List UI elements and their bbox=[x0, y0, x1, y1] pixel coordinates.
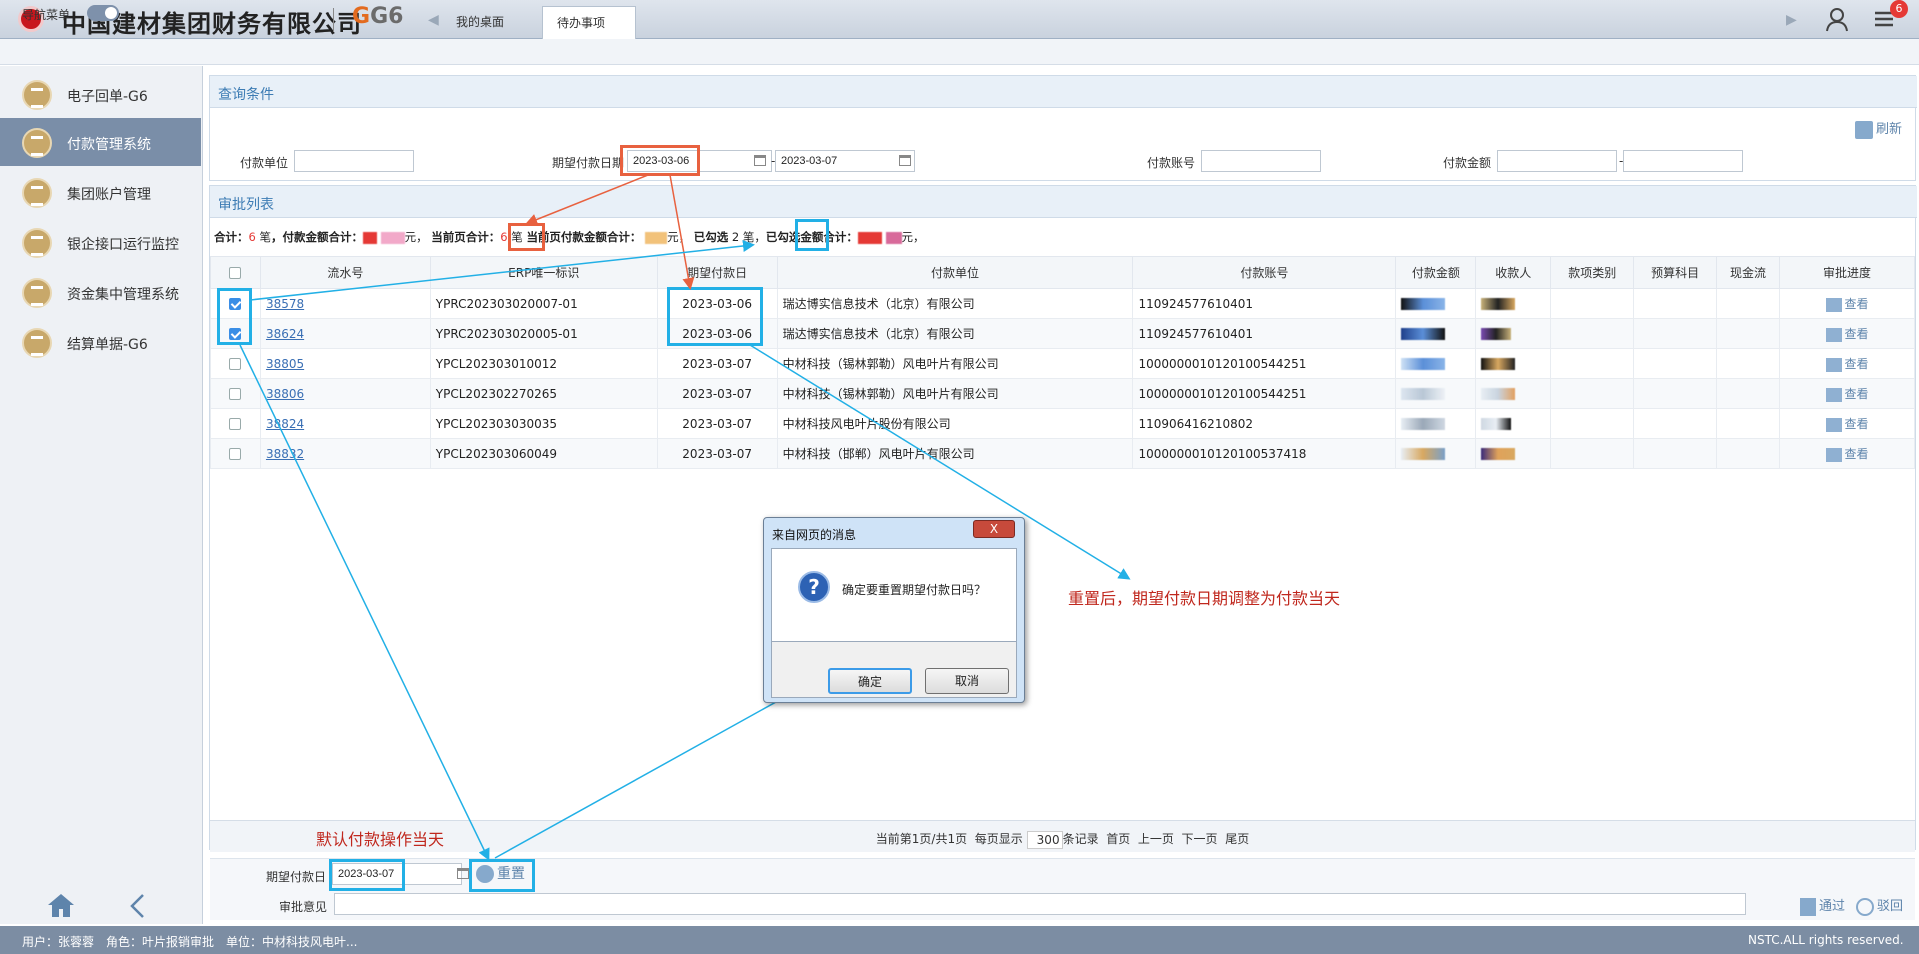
arrow bbox=[239, 344, 490, 861]
arrow bbox=[249, 240, 755, 301]
dialog-close-button[interactable]: X bbox=[973, 520, 1015, 538]
annotation-note-reset: 重置后，期望付款日期调整为付款当天 bbox=[1068, 589, 1341, 608]
arrow bbox=[525, 174, 649, 226]
annotation-arrows bbox=[239, 174, 1131, 861]
annotation-note-default: 默认付款操作当天 bbox=[316, 830, 445, 849]
confirm-dialog: 来自网页的消息 X ? 确定要重置期望付款日吗？ 确定 取消 bbox=[763, 517, 1025, 703]
dialog-body: ? 确定要重置期望付款日吗？ bbox=[771, 548, 1017, 642]
cancel-button[interactable]: 取消 bbox=[925, 668, 1009, 694]
arrow bbox=[669, 174, 695, 290]
dialog-title: 来自网页的消息 bbox=[772, 528, 857, 542]
dialog-message: 确定要重置期望付款日吗？ bbox=[842, 583, 987, 597]
question-icon: ? bbox=[798, 571, 830, 603]
ok-button[interactable]: 确定 bbox=[828, 668, 912, 694]
dialog-footer: 确定 取消 bbox=[771, 642, 1017, 698]
